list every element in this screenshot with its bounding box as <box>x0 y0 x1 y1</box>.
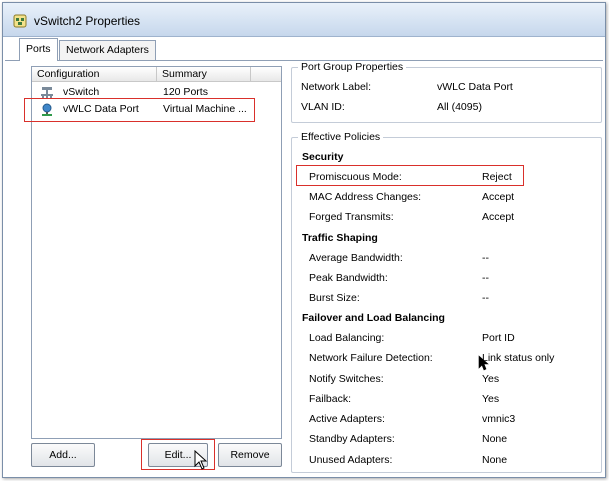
load-balancing-value: Port ID <box>482 332 515 344</box>
vswitch-icon <box>41 87 53 99</box>
failover-heading: Failover and Load Balancing <box>302 312 445 324</box>
list-header: Configuration Summary <box>32 67 281 82</box>
average-bandwidth-label: Average Bandwidth: <box>309 252 403 264</box>
unused-adapters-label: Unused Adapters: <box>309 454 393 466</box>
column-header-extra <box>251 67 281 82</box>
forged-transmits-label: Forged Transmits: <box>309 211 394 223</box>
mac-address-changes-value: Accept <box>482 191 515 203</box>
column-header-configuration[interactable]: Configuration <box>32 67 157 82</box>
active-adapters-value: vmnic3 <box>482 413 516 425</box>
row-summary: Virtual Machine ... <box>163 103 247 115</box>
security-heading: Security <box>302 151 344 163</box>
promiscuous-mode-label: Promiscuous Mode: <box>309 171 402 183</box>
mac-address-changes-label: MAC Address Changes: <box>309 191 422 203</box>
port-group-properties-group: Port Group Properties <box>291 61 602 123</box>
burst-size-value: -- <box>482 292 489 304</box>
row-configuration: vSwitch <box>63 86 100 98</box>
title-bar[interactable]: vSwitch2 Properties <box>3 3 605 37</box>
peak-bandwidth-label: Peak Bandwidth: <box>309 272 388 284</box>
peak-bandwidth-value: -- <box>482 272 489 284</box>
list-row-vswitch[interactable]: vSwitch 120 Ports <box>32 85 281 101</box>
add-button[interactable]: Add... <box>31 443 95 467</box>
text-cursor-icon <box>478 355 489 371</box>
remove-button[interactable]: Remove <box>218 443 282 467</box>
network-failure-detection-value: Link status only <box>482 352 555 364</box>
tab-network-adapters[interactable]: Network Adapters <box>59 40 156 60</box>
burst-size-label: Burst Size: <box>309 292 360 304</box>
failback-value: Yes <box>482 393 500 405</box>
promiscuous-mode-value: Reject <box>482 171 512 183</box>
network-failure-detection-label: Network Failure Detection: <box>309 352 433 364</box>
effective-policies-title: Effective Policies <box>298 131 384 143</box>
unused-adapters-value: None <box>482 454 508 466</box>
standby-adapters-label: Standby Adapters: <box>309 433 395 445</box>
vlan-id-value: All (4095) <box>437 101 482 113</box>
network-label-value: vWLC Data Port <box>437 81 513 93</box>
notify-switches-label: Notify Switches: <box>309 373 384 385</box>
column-header-summary[interactable]: Summary <box>157 67 251 82</box>
standby-adapters-value: None <box>482 433 508 445</box>
mouse-pointer-icon <box>194 450 208 470</box>
port-list[interactable]: Configuration Summary vSwitch 120 Ports … <box>31 66 282 439</box>
forged-transmits-value: Accept <box>482 211 515 223</box>
port-group-properties-title: Port Group Properties <box>298 61 407 73</box>
load-balancing-label: Load Balancing: <box>309 332 385 344</box>
failback-label: Failback: <box>309 393 352 405</box>
active-adapters-label: Active Adapters: <box>309 413 385 425</box>
window-title: vSwitch2 Properties <box>34 14 141 28</box>
row-summary: 120 Ports <box>163 86 208 98</box>
vswitch-properties-icon <box>13 14 27 28</box>
vlan-id-label: VLAN ID: <box>301 101 345 113</box>
list-row-vwlc-data-port[interactable]: vWLC Data Port Virtual Machine ... <box>32 102 281 118</box>
row-configuration: vWLC Data Port <box>63 103 139 115</box>
network-label-label: Network Label: <box>301 81 372 93</box>
traffic-shaping-heading: Traffic Shaping <box>302 232 378 244</box>
average-bandwidth-value: -- <box>482 252 489 264</box>
tab-ports[interactable]: Ports <box>19 38 58 61</box>
port-group-icon <box>42 103 52 116</box>
notify-switches-value: Yes <box>482 373 500 385</box>
